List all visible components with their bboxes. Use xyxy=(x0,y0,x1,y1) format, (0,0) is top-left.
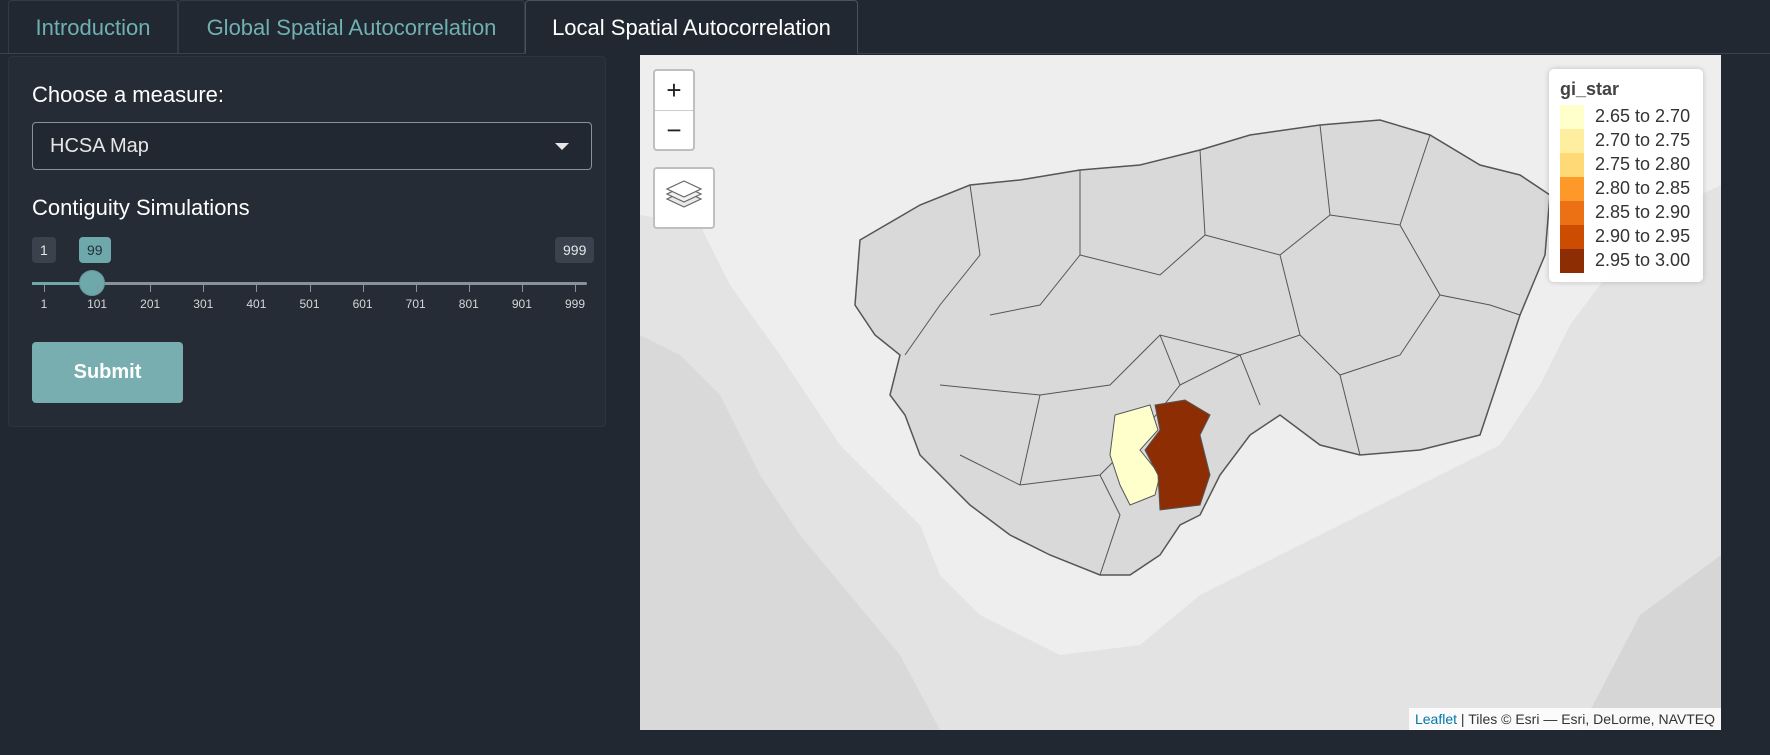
slider-tick xyxy=(468,285,470,292)
slider-tick-label: 999 xyxy=(564,297,586,311)
layers-control-button[interactable] xyxy=(653,167,715,229)
slider-handle[interactable] xyxy=(79,270,105,296)
tab-introduction[interactable]: Introduction xyxy=(8,0,178,53)
slider-tick-label: 601 xyxy=(352,297,373,311)
slider-tick xyxy=(415,285,417,292)
slider-tick-label: 801 xyxy=(458,297,479,311)
slider-tick-label: 1 xyxy=(40,297,48,311)
slider-tick-label: 401 xyxy=(246,297,267,311)
slider-value-badge: 99 xyxy=(79,237,111,263)
measure-select-value: HCSA Map xyxy=(50,135,149,157)
slider-tick-label: 701 xyxy=(405,297,426,311)
slider-tick xyxy=(521,285,523,292)
tab-local-spatial-autocorrelation[interactable]: Local Spatial Autocorrelation xyxy=(525,0,858,54)
zoom-in-button[interactable]: + xyxy=(655,71,693,111)
map-legend: gi_star 2.65 to 2.70 2.70 to 2.75 2.75 to … xyxy=(1549,69,1703,282)
legend-swatch xyxy=(1560,225,1584,249)
slider-max-badge: 999 xyxy=(555,237,595,263)
legend-title: gi_star xyxy=(1560,79,1620,99)
slider-tick xyxy=(150,285,152,292)
slider-tick xyxy=(575,285,576,292)
simulations-slider[interactable]: 1 99 999 1 101 201 301 401 501 601 701 801 901 999 xyxy=(32,237,595,317)
map-attribution: Leaflet | Tiles © Esri — Esri, DeLorme, … xyxy=(1408,708,1721,730)
slider-tick-label: 901 xyxy=(511,297,532,311)
legend-swatch xyxy=(1560,153,1584,177)
simulations-label: Contiguity Simulations xyxy=(32,195,250,220)
legend-swatch xyxy=(1560,201,1584,225)
legend-label: 2.70 to 2.75 xyxy=(1595,130,1691,150)
slider-tick-label: 101 xyxy=(87,297,108,311)
legend-label: 2.75 to 2.80 xyxy=(1595,154,1691,174)
map-container[interactable]: + − gi_star 2.65 to 2.70 2.70 to 2.75 2.75… xyxy=(640,55,1721,730)
tab-bar: Introduction Global Spatial Autocorrelat… xyxy=(0,0,1770,54)
slider-tick xyxy=(309,285,311,292)
slider-tick xyxy=(97,285,99,292)
legend-label: 2.80 to 2.85 xyxy=(1595,178,1691,198)
slider-tick xyxy=(256,285,258,292)
measure-label: Choose a measure: xyxy=(32,82,224,107)
legend-label: 2.95 to 3.00 xyxy=(1595,250,1691,270)
zoom-control: + − xyxy=(653,69,695,151)
slider-tick-label: 201 xyxy=(140,297,161,311)
slider-tick xyxy=(44,285,45,292)
legend-swatch xyxy=(1560,177,1584,201)
legend-label: 2.90 to 2.95 xyxy=(1595,226,1691,246)
slider-min-badge: 1 xyxy=(32,237,56,263)
attribution-text: | Tiles © Esri — Esri, DeLorme, NAVTEQ xyxy=(1457,711,1715,727)
zoom-out-button[interactable]: − xyxy=(655,111,693,150)
slider-tick xyxy=(203,285,205,292)
legend-label: 2.65 to 2.70 xyxy=(1595,106,1691,126)
measure-select[interactable]: HCSA Map xyxy=(32,122,592,170)
caret-down-icon xyxy=(555,143,569,150)
legend-label: 2.85 to 2.90 xyxy=(1595,202,1691,222)
slider-tick-label: 501 xyxy=(299,297,320,311)
slider-tick-label: 301 xyxy=(193,297,214,311)
slider-tick xyxy=(362,285,364,292)
tab-divider xyxy=(0,53,1770,54)
legend-swatch xyxy=(1560,129,1584,153)
legend-swatch xyxy=(1560,105,1584,129)
leaflet-link[interactable]: Leaflet xyxy=(1415,711,1457,727)
tab-global-spatial-autocorrelation[interactable]: Global Spatial Autocorrelation xyxy=(178,0,525,53)
layers-icon xyxy=(665,180,703,208)
sidebar-panel: Choose a measure: HCSA Map Contiguity Si… xyxy=(8,56,606,427)
legend-swatch xyxy=(1560,249,1584,273)
submit-button[interactable]: Submit xyxy=(32,342,183,403)
